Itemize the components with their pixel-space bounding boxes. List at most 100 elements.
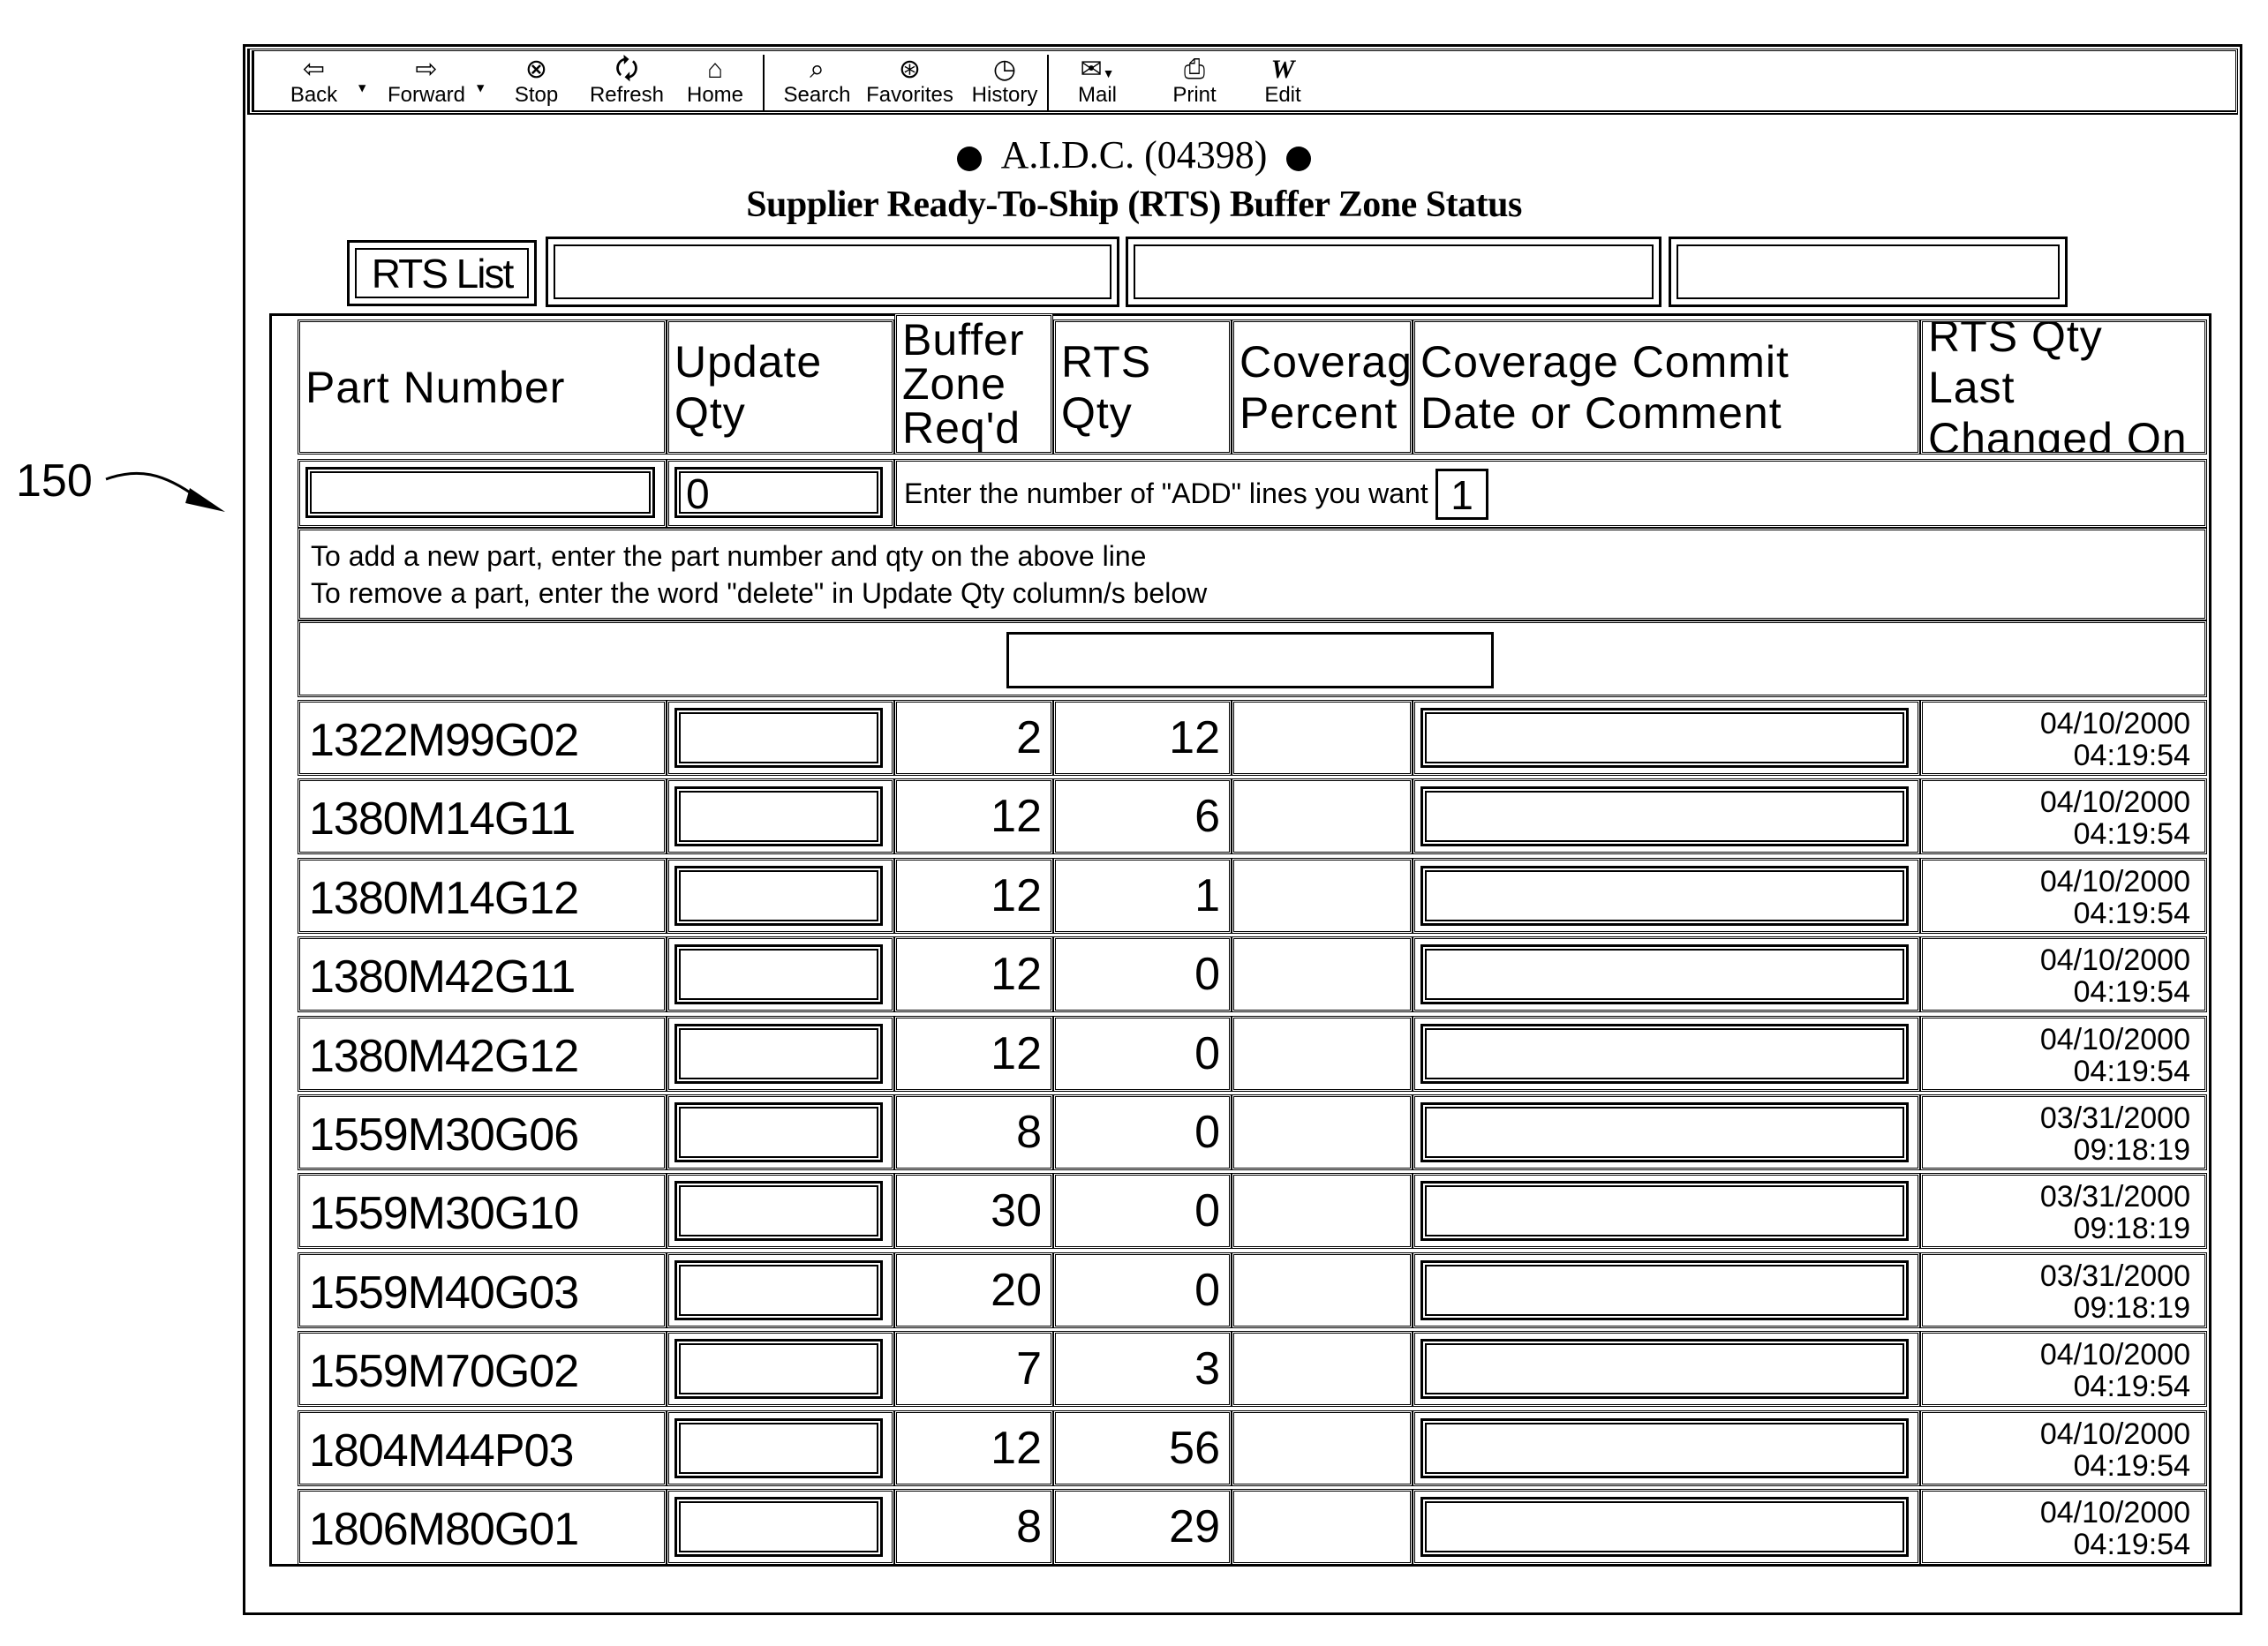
center-field-input[interactable] [1006, 632, 1494, 688]
update-qty-cell [667, 1252, 894, 1328]
update-qty-cell [667, 778, 894, 854]
last-changed-date: 04/10/2000 [2039, 1417, 2190, 1451]
forward-button[interactable]: ⇨ Forward [378, 55, 475, 113]
last-changed-cell: 03/31/2000 09:18:19 [1920, 1252, 2207, 1328]
last-changed-time: 09:18:19 [2073, 1291, 2190, 1325]
top-field-3[interactable] [1669, 237, 2068, 307]
update-qty-input[interactable] [674, 708, 883, 768]
blank-row [298, 620, 2207, 697]
header-buffer-zone-reqd: Buffer Zone Req'd [894, 313, 1053, 455]
coverage-commit-cell [1413, 1331, 1920, 1407]
last-changed-time: 04:19:54 [2073, 1449, 2190, 1483]
header-coverage-commit: Coverage Commit Date or Comment [1413, 319, 1920, 455]
add-lines-cell: Enter the number of "ADD" lines you want… [894, 459, 2207, 528]
update-qty-input[interactable] [674, 1418, 883, 1478]
coverage-percent-cell [1232, 1094, 1413, 1170]
update-qty-input[interactable] [674, 866, 883, 926]
add-update-qty-input[interactable]: 0 [674, 467, 883, 518]
coverage-commit-input[interactable] [1420, 1497, 1909, 1557]
forward-dropdown-icon[interactable]: ▼ [477, 81, 484, 95]
last-changed-cell: 03/31/2000 09:18:19 [1920, 1173, 2207, 1249]
coverage-commit-cell [1413, 778, 1920, 854]
rts-qty-cell: 1 [1053, 858, 1232, 934]
org-title: A.I.D.C. (04398) [0, 132, 2268, 177]
mail-icon: ✉▼ [1080, 55, 1115, 84]
update-qty-input[interactable] [674, 1260, 883, 1320]
header-update-qty: Update Qty [667, 319, 894, 455]
update-qty-input[interactable] [674, 1024, 883, 1084]
buffer-zone-reqd-cell: 2 [894, 700, 1053, 776]
coverage-commit-input[interactable] [1420, 1260, 1909, 1320]
buffer-zone-reqd-cell: 12 [894, 778, 1053, 854]
add-lines-input[interactable]: 1 [1435, 469, 1488, 520]
stop-button[interactable]: ⊗ Stop [508, 55, 565, 113]
history-button[interactable]: ◷ History [961, 55, 1049, 113]
add-qty-cell: 0 [667, 459, 894, 528]
coverage-percent-cell [1232, 1489, 1413, 1565]
coverage-commit-input[interactable] [1420, 944, 1909, 1004]
coverage-percent-cell [1232, 1331, 1413, 1407]
favorites-button[interactable]: ⊛ Favorites [859, 55, 961, 113]
coverage-commit-input[interactable] [1420, 708, 1909, 768]
header-rts-qty-last-changed: RTS Qty Last Changed On [1920, 319, 2207, 455]
mail-button[interactable]: ✉▼ Mail [1066, 55, 1128, 113]
update-qty-input[interactable] [674, 944, 883, 1004]
update-qty-cell [667, 936, 894, 1012]
update-qty-cell [667, 1331, 894, 1407]
part-number-cell: 1559M30G10 [298, 1173, 667, 1249]
buffer-zone-reqd-cell: 7 [894, 1331, 1053, 1407]
rts-qty-cell: 0 [1053, 1173, 1232, 1249]
last-changed-time: 04:19:54 [2073, 1370, 2190, 1403]
coverage-commit-input[interactable] [1420, 1181, 1909, 1241]
back-dropdown-icon[interactable]: ▼ [358, 81, 365, 95]
top-field-2[interactable] [1126, 237, 1661, 307]
print-button[interactable]: ⎙ Print [1164, 55, 1225, 113]
last-changed-cell: 04/10/2000 04:19:54 [1920, 1410, 2207, 1486]
update-qty-input[interactable] [674, 1102, 883, 1162]
coverage-commit-input[interactable] [1420, 1102, 1909, 1162]
last-changed-cell: 04/10/2000 04:19:54 [1920, 700, 2207, 776]
edit-button[interactable]: W Edit [1256, 55, 1309, 113]
last-changed-cell: 04/10/2000 04:19:54 [1920, 1016, 2207, 1092]
buffer-zone-reqd-cell: 12 [894, 1016, 1053, 1092]
coverage-percent-cell [1232, 1016, 1413, 1092]
search-button[interactable]: ⌕ Search [775, 55, 859, 113]
header-part-number: Part Number [298, 319, 667, 455]
rts-qty-cell: 0 [1053, 936, 1232, 1012]
coverage-commit-input[interactable] [1420, 1024, 1909, 1084]
last-changed-date: 03/31/2000 [2039, 1259, 2190, 1293]
update-qty-input[interactable] [674, 786, 883, 846]
edit-icon: W [1270, 55, 1295, 84]
add-part-cell [298, 459, 667, 528]
rts-list-button[interactable]: RTS List [347, 240, 537, 306]
coverage-percent-cell [1232, 778, 1413, 854]
last-changed-date: 03/31/2000 [2039, 1180, 2190, 1214]
last-changed-time: 04:19:54 [2073, 1528, 2190, 1561]
rts-qty-cell: 29 [1053, 1489, 1232, 1565]
rts-qty-cell: 0 [1053, 1252, 1232, 1328]
toolbar-separator [1047, 55, 1049, 111]
update-qty-input[interactable] [674, 1339, 883, 1399]
buffer-zone-reqd-cell: 30 [894, 1173, 1053, 1249]
coverage-percent-cell [1232, 1410, 1413, 1486]
update-qty-input[interactable] [674, 1181, 883, 1241]
part-number-cell: 1806M80G01 [298, 1489, 667, 1565]
coverage-commit-input[interactable] [1420, 1418, 1909, 1478]
add-part-number-input[interactable] [305, 467, 655, 518]
favorites-icon: ⊛ [898, 55, 922, 84]
reference-arrow-icon [105, 471, 225, 512]
instructions: To add a new part, enter the part number… [298, 528, 2207, 620]
coverage-commit-cell [1413, 1016, 1920, 1092]
last-changed-date: 04/10/2000 [2039, 1496, 2190, 1530]
update-qty-input[interactable] [674, 1497, 883, 1557]
coverage-commit-input[interactable] [1420, 866, 1909, 926]
back-button[interactable]: ⇦ Back [281, 55, 347, 113]
history-icon: ◷ [992, 55, 1017, 84]
coverage-commit-input[interactable] [1420, 1339, 1909, 1399]
rts-qty-cell: 6 [1053, 778, 1232, 854]
part-number-cell: 1804M44P03 [298, 1410, 667, 1486]
top-field-1[interactable] [546, 237, 1119, 307]
home-button[interactable]: ⌂ Home [680, 55, 750, 113]
coverage-commit-input[interactable] [1420, 786, 1909, 846]
refresh-button[interactable]: 🗘 Refresh [583, 55, 671, 113]
